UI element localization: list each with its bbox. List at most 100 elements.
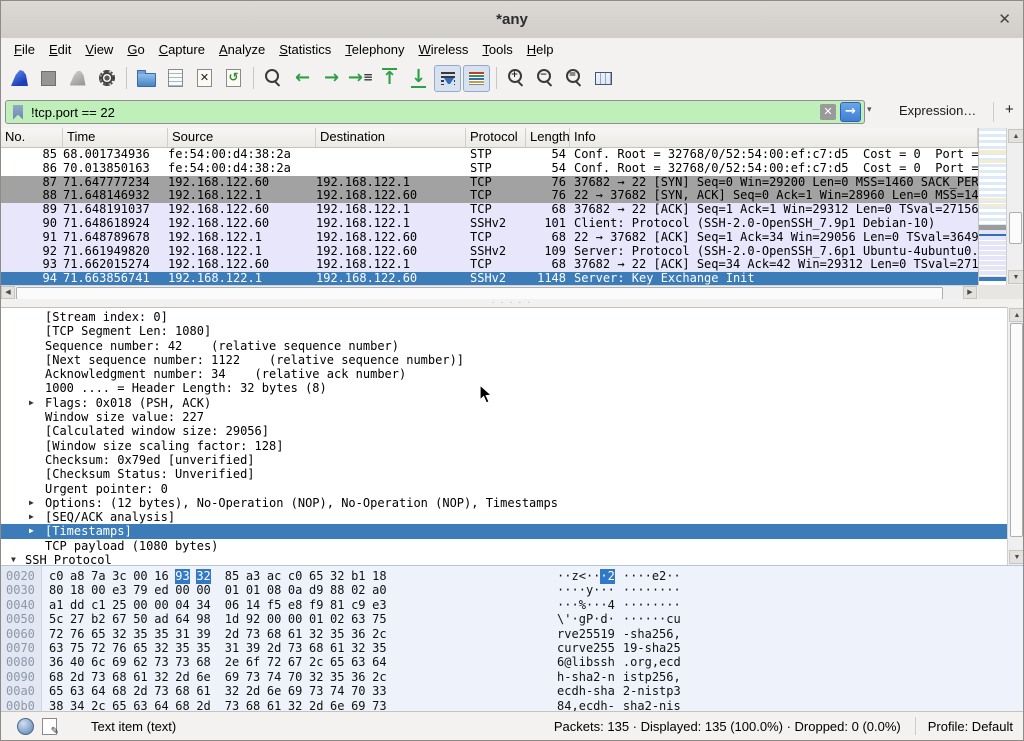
packet-list-header[interactable]: No.TimeSourceDestinationProtocolLengthIn… <box>1 128 978 148</box>
pane-splitter[interactable]: · · · · · <box>1 299 1023 307</box>
packet-row[interactable]: 9271.661949820192.168.122.1192.168.122.6… <box>1 245 978 259</box>
details-scroll-thumb[interactable] <box>1010 323 1023 537</box>
zoom-100-button[interactable] <box>561 65 588 92</box>
go-to-top-button[interactable]: ↑ <box>376 65 403 92</box>
column-header-protocol[interactable]: Protocol <box>466 128 526 147</box>
detail-row[interactable]: ▼SSH Protocol <box>1 553 1007 565</box>
scroll-right-icon[interactable]: ▶ <box>963 286 977 299</box>
details-vertical-scrollbar[interactable]: ▲ ▼ <box>1007 307 1024 565</box>
menu-item-go[interactable]: Go <box>120 40 151 59</box>
add-filter-button[interactable]: + <box>1005 101 1014 118</box>
detail-row[interactable]: [TCP Segment Len: 1080] <box>1 324 1007 338</box>
start-capture-button[interactable] <box>6 65 33 92</box>
detail-row[interactable]: Acknowledgment number: 34 (relative ack … <box>1 367 1007 381</box>
hex-row[interactable]: 00a0656364682d736861322d6e6973747033ecdh… <box>1 684 1023 698</box>
clear-filter-icon[interactable]: ✕ <box>820 104 836 120</box>
capture-comment-icon[interactable] <box>42 718 57 735</box>
find-packet-button[interactable] <box>260 65 287 92</box>
filter-history-dropdown-icon[interactable]: ▾ <box>867 104 872 115</box>
auto-scroll-toggle-button[interactable] <box>434 65 461 92</box>
detail-row[interactable]: Urgent pointer: 0 <box>1 482 1007 496</box>
open-capture-file-button[interactable] <box>133 65 160 92</box>
packet-row[interactable]: 9471.663856741192.168.122.1192.168.122.6… <box>1 272 978 286</box>
filter-bookmark-icon[interactable] <box>13 105 23 120</box>
column-header-time[interactable]: Time <box>63 128 168 147</box>
menu-item-wireless[interactable]: Wireless <box>412 40 476 59</box>
packet-row[interactable]: 8771.647777234192.168.122.60192.168.122.… <box>1 176 978 190</box>
scroll-left-icon[interactable]: ◀ <box>1 286 15 299</box>
packet-row[interactable]: 9371.662015274192.168.122.60192.168.122.… <box>1 258 978 272</box>
detail-row[interactable]: [Checksum Status: Unverified] <box>1 467 1007 481</box>
detail-row[interactable]: 1000 .... = Header Length: 32 bytes (8) <box>1 381 1007 395</box>
close-window-icon[interactable]: ✕ <box>998 10 1011 28</box>
scroll-down-icon[interactable]: ▼ <box>1008 270 1024 284</box>
menu-item-analyze[interactable]: Analyze <box>212 40 272 59</box>
menu-item-view[interactable]: View <box>78 40 120 59</box>
apply-filter-icon[interactable]: → <box>840 102 861 122</box>
save-capture-file-button[interactable] <box>162 65 189 92</box>
go-to-bottom-button[interactable]: ↓ <box>405 65 432 92</box>
column-header-length[interactable]: Length <box>526 128 570 147</box>
scroll-up-icon[interactable]: ▲ <box>1009 308 1024 322</box>
menu-item-telephony[interactable]: Telephony <box>338 40 411 59</box>
hex-row[interactable]: 006072766532353531392d7368613235362crve2… <box>1 627 1023 641</box>
detail-row[interactable]: Sequence number: 42 (relative sequence n… <box>1 339 1007 353</box>
detail-row[interactable]: [Calculated window size: 29056] <box>1 424 1007 438</box>
packet-row[interactable]: 8568.001734936fe:54:00:d4:38:2aSTP54Conf… <box>1 148 978 162</box>
menu-item-tools[interactable]: Tools <box>475 40 519 59</box>
menu-item-file[interactable]: File <box>7 40 42 59</box>
close-capture-file-button[interactable] <box>191 65 218 92</box>
expander-open-icon[interactable]: ▼ <box>11 553 16 565</box>
scroll-up-icon[interactable]: ▲ <box>1008 129 1024 143</box>
zoom-out-button[interactable] <box>532 65 559 92</box>
column-header-destination[interactable]: Destination <box>316 128 466 147</box>
detail-row[interactable]: [Next sequence number: 1122 (relative se… <box>1 353 1007 367</box>
detail-row[interactable]: ▶Options: (12 bytes), No-Operation (NOP)… <box>1 496 1007 510</box>
go-back-button[interactable]: ← <box>289 65 316 92</box>
reload-capture-file-button[interactable] <box>220 65 247 92</box>
expander-closed-icon[interactable]: ▶ <box>29 496 34 510</box>
column-header-source[interactable]: Source <box>168 128 316 147</box>
detail-row[interactable]: ▶[SEQ/ACK analysis] <box>1 510 1007 524</box>
expert-info-icon[interactable] <box>17 718 34 735</box>
packet-row[interactable]: 9071.648618924192.168.122.60192.168.122.… <box>1 217 978 231</box>
column-header-no[interactable]: No. <box>1 128 63 147</box>
packet-list-vertical-scrollbar[interactable]: ▲ ▼ <box>1006 128 1024 285</box>
hex-row[interactable]: 0070637572766532353531392d7368613235curv… <box>1 641 1023 655</box>
restart-capture-button[interactable] <box>64 65 91 92</box>
packet-row[interactable]: 8871.648146932192.168.122.1192.168.122.6… <box>1 189 978 203</box>
intelligent-scrollbar-minimap[interactable] <box>978 128 1007 285</box>
packet-bytes-pane[interactable]: 0020c0a87a3c0016933285a3acc06532b118··z<… <box>1 565 1023 714</box>
packet-row[interactable]: 8971.648191037192.168.122.60192.168.122.… <box>1 203 978 217</box>
expander-closed-icon[interactable]: ▶ <box>29 510 34 524</box>
packet-list-horizontal-scrollbar[interactable]: ◀ ▶ <box>1 285 978 299</box>
title-bar[interactable]: *any ✕ <box>1 1 1023 39</box>
zoom-in-button[interactable] <box>503 65 530 92</box>
menu-item-statistics[interactable]: Statistics <box>272 40 338 59</box>
expression-button[interactable]: Expression… <box>899 103 976 118</box>
profile-status[interactable]: Profile: Default <box>928 719 1023 734</box>
hex-row[interactable]: 0030801800e379ed00000101080ad98802a0····… <box>1 583 1023 597</box>
expander-closed-icon[interactable]: ▶ <box>29 396 34 410</box>
detail-row[interactable]: ▶Flags: 0x018 (PSH, ACK) <box>1 396 1007 410</box>
detail-row[interactable]: Window size value: 227 <box>1 410 1007 424</box>
colorize-toggle-button[interactable] <box>463 65 490 92</box>
packet-row[interactable]: 9171.648789678192.168.122.1192.168.122.6… <box>1 231 978 245</box>
display-filter-input[interactable]: !tcp.port == 22 ✕ → <box>5 100 865 124</box>
hex-row[interactable]: 008036406c69627373682e6f72672c6563646@li… <box>1 655 1023 669</box>
menu-item-edit[interactable]: Edit <box>42 40 78 59</box>
detail-row[interactable]: ▶[Timestamps] <box>1 524 1007 538</box>
menu-item-capture[interactable]: Capture <box>152 40 212 59</box>
packet-list-scroll-thumb[interactable] <box>1009 212 1022 244</box>
capture-options-button[interactable] <box>93 65 120 92</box>
hex-row[interactable]: 0040a1ddc125000004340614f5e8f981c9e3···%… <box>1 598 1023 612</box>
scroll-down-icon[interactable]: ▼ <box>1009 550 1024 564</box>
detail-row[interactable]: [Stream index: 0] <box>1 310 1007 324</box>
detail-row[interactable]: TCP payload (1080 bytes) <box>1 539 1007 553</box>
resize-columns-button[interactable] <box>590 65 617 92</box>
expander-closed-icon[interactable]: ▶ <box>29 524 34 538</box>
go-forward-button[interactable]: → <box>318 65 345 92</box>
go-to-packet-button[interactable]: → <box>347 65 374 92</box>
detail-row[interactable]: Checksum: 0x79ed [unverified] <box>1 453 1007 467</box>
hex-row[interactable]: 0090682d736861322d6e697374703235362ch-sh… <box>1 670 1023 684</box>
